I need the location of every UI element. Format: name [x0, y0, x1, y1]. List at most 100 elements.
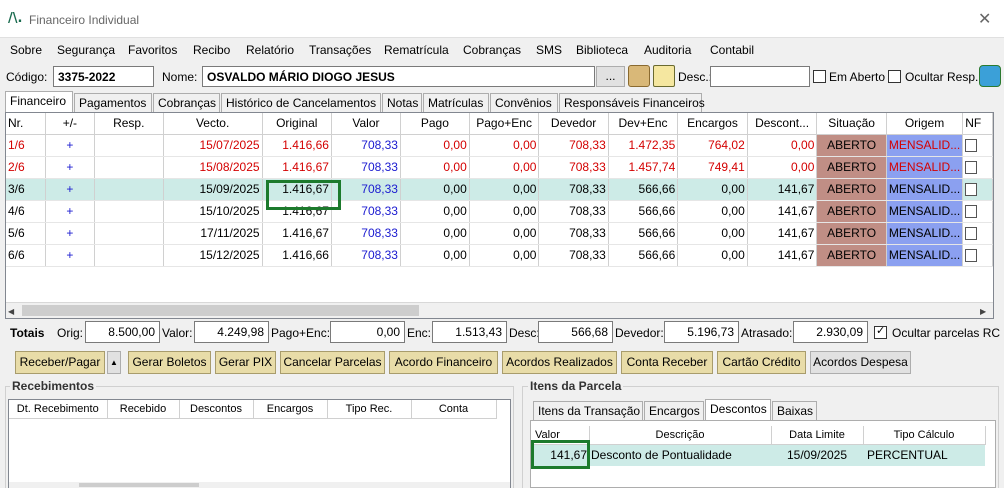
col-tipo-calculo[interactable]: Tipo Cálculo — [863, 426, 986, 445]
acordo-financeiro-button[interactable]: Acordo Financeiro — [389, 351, 498, 374]
nf-checkbox[interactable] — [965, 139, 978, 153]
tab-cobrancas[interactable]: Cobranças — [153, 93, 220, 112]
cell-nf[interactable] — [962, 134, 993, 157]
cell-nf[interactable] — [962, 178, 993, 201]
menu-recibo[interactable]: Recibo — [193, 43, 230, 57]
menu-biblioteca[interactable]: Biblioteca — [576, 43, 628, 57]
col-encargos[interactable]: Encargos — [677, 113, 748, 135]
tab-notas[interactable]: Notas — [382, 93, 422, 112]
menu-rematricula[interactable]: Rematrícula — [384, 43, 449, 57]
grid-hscrollbar[interactable]: ◀ ▶ — [6, 302, 993, 318]
nf-checkbox[interactable] — [965, 205, 978, 219]
col-situacao[interactable]: Situação — [816, 113, 887, 135]
grid-hscroll-thumb[interactable] — [22, 305, 419, 316]
col-nf[interactable]: NF — [962, 113, 993, 135]
scroll-right-icon[interactable]: ▶ — [980, 307, 986, 316]
edit-note-icon[interactable] — [653, 65, 675, 87]
menu-seguranca[interactable]: Segurança — [57, 43, 115, 57]
codigo-field[interactable]: 3375-2022 — [53, 66, 154, 87]
col-pagoenc[interactable]: Pago+Enc — [469, 113, 540, 135]
gerar-boletos-button[interactable]: Gerar Boletos — [128, 351, 211, 374]
nf-checkbox[interactable] — [965, 183, 978, 197]
desc-field[interactable] — [710, 66, 810, 87]
recebimentos-hscrollbar[interactable] — [9, 482, 510, 488]
col-plusminus[interactable]: +/- — [45, 113, 95, 135]
close-icon[interactable]: ✕ — [978, 9, 991, 29]
ocultar-resp-checkbox[interactable] — [888, 70, 901, 83]
menu-contabil[interactable]: Contabil — [710, 43, 754, 57]
col-tipo-rec[interactable]: Tipo Rec. — [327, 400, 412, 419]
nf-checkbox[interactable] — [965, 227, 978, 241]
col-encargos[interactable]: Encargos — [253, 400, 328, 419]
receber-pagar-button[interactable]: Receber/Pagar — [15, 351, 105, 374]
col-descontos[interactable]: Descontos — [179, 400, 254, 419]
cell-plusminus[interactable]: + — [45, 244, 95, 267]
col-pago[interactable]: Pago — [400, 113, 470, 135]
cell-nf[interactable] — [962, 222, 993, 245]
nf-checkbox[interactable] — [965, 161, 978, 175]
tab-itens-descontos[interactable]: Descontos — [705, 399, 771, 420]
tab-itens-encargos[interactable]: Encargos — [644, 401, 704, 420]
cartao-credito-button[interactable]: Cartão Crédito — [717, 351, 806, 374]
table-row[interactable]: 5/6 +17/11/2025 1.416,67 708,33 0,00 0,00 708,… — [6, 222, 993, 245]
table-row[interactable]: 4/6 +15/10/2025 1.416,67 708,33 0,00 0,00 708,… — [6, 200, 993, 223]
col-descontos[interactable]: Descont... — [747, 113, 818, 135]
table-row[interactable]: 1/6 +15/07/2025 1.416,66 708,33 0,00 0,00 708,… — [6, 134, 993, 157]
table-row[interactable]: 2/6 +15/08/2025 1.416,67 708,33 0,00 0,00 708,… — [6, 156, 993, 179]
tab-matriculas[interactable]: Matrículas — [423, 93, 489, 112]
scroll-left-icon[interactable]: ◀ — [8, 307, 14, 316]
tab-itens-transacao[interactable]: Itens da Transação — [533, 401, 643, 420]
col-valor[interactable]: Valor — [331, 113, 401, 135]
col-descricao[interactable]: Descrição — [589, 426, 772, 445]
cell-plusminus[interactable]: + — [45, 222, 95, 245]
student-photo-icon[interactable] — [628, 65, 650, 87]
nf-checkbox[interactable] — [965, 249, 978, 263]
ocultar-rc-checkbox[interactable]: ✓ — [874, 325, 887, 339]
recebimentos-hscroll-thumb[interactable] — [79, 483, 199, 487]
cell-plusminus[interactable]: + — [45, 200, 95, 223]
col-dt-recebimento[interactable]: Dt. Recebimento — [9, 400, 108, 419]
tab-convenios[interactable]: Convênios — [490, 93, 558, 112]
cancelar-parcelas-button[interactable]: Cancelar Parcelas — [280, 351, 385, 374]
col-recebido[interactable]: Recebido — [107, 400, 180, 419]
col-devedor[interactable]: Devedor — [538, 113, 609, 135]
cell-nf[interactable] — [962, 200, 993, 223]
tab-pagamentos[interactable]: Pagamentos — [74, 93, 152, 112]
menu-transacoes[interactable]: Transações — [309, 43, 371, 57]
col-nr[interactable]: Nr. — [6, 113, 46, 135]
table-row[interactable]: 6/6 +15/12/2025 1.416,66 708,33 0,00 0,00 708,… — [6, 244, 993, 267]
acordos-despesa-button[interactable]: Acordos Despesa — [810, 351, 911, 374]
refresh-icon[interactable] — [979, 65, 1001, 87]
search-student-button[interactable]: ... — [596, 66, 625, 87]
tab-historico-cancelamentos[interactable]: Histórico de Cancelamentos — [221, 93, 381, 112]
cell-nf[interactable] — [962, 244, 993, 267]
menu-relatorio[interactable]: Relatório — [246, 43, 294, 57]
menu-favoritos[interactable]: Favoritos — [128, 43, 177, 57]
table-row[interactable]: 3/6 +15/09/2025 1.416,67 708,33 0,00 0,00 708,… — [6, 178, 993, 201]
tab-responsaveis-financeiros[interactable]: Responsáveis Financeiros — [559, 93, 705, 112]
col-origem[interactable]: Origem — [886, 113, 964, 135]
acordos-realizados-button[interactable]: Acordos Realizados — [502, 351, 617, 374]
conta-receber-button[interactable]: Conta Receber — [621, 351, 713, 374]
desconto-row[interactable]: 141,67 Desconto de Pontualidade 15/09/20… — [533, 444, 985, 466]
tab-itens-baixas[interactable]: Baixas — [772, 401, 817, 420]
menu-sobre[interactable]: Sobre — [10, 43, 42, 57]
menu-sms[interactable]: SMS — [536, 43, 562, 57]
menu-auditoria[interactable]: Auditoria — [644, 43, 691, 57]
em-aberto-checkbox[interactable] — [813, 70, 826, 83]
col-conta[interactable]: Conta — [411, 400, 497, 419]
menu-cobrancas[interactable]: Cobranças — [463, 43, 521, 57]
cell-plusminus[interactable]: + — [45, 178, 95, 201]
col-data-limite[interactable]: Data Limite — [771, 426, 864, 445]
tab-financeiro[interactable]: Financeiro — [5, 91, 73, 112]
cell-plusminus[interactable]: + — [45, 156, 95, 179]
receber-dropdown-icon[interactable]: ▲ — [107, 351, 121, 374]
cell-nf[interactable] — [962, 156, 993, 179]
col-vecto[interactable]: Vecto. — [163, 113, 263, 135]
col-original[interactable]: Original — [262, 113, 332, 135]
cell-plusminus[interactable]: + — [45, 134, 95, 157]
nome-field[interactable]: OSVALDO MÁRIO DIOGO JESUS — [202, 66, 595, 87]
gerar-pix-button[interactable]: Gerar PIX — [215, 351, 276, 374]
col-devenc[interactable]: Dev+Enc — [608, 113, 679, 135]
col-resp[interactable]: Resp. — [94, 113, 164, 135]
